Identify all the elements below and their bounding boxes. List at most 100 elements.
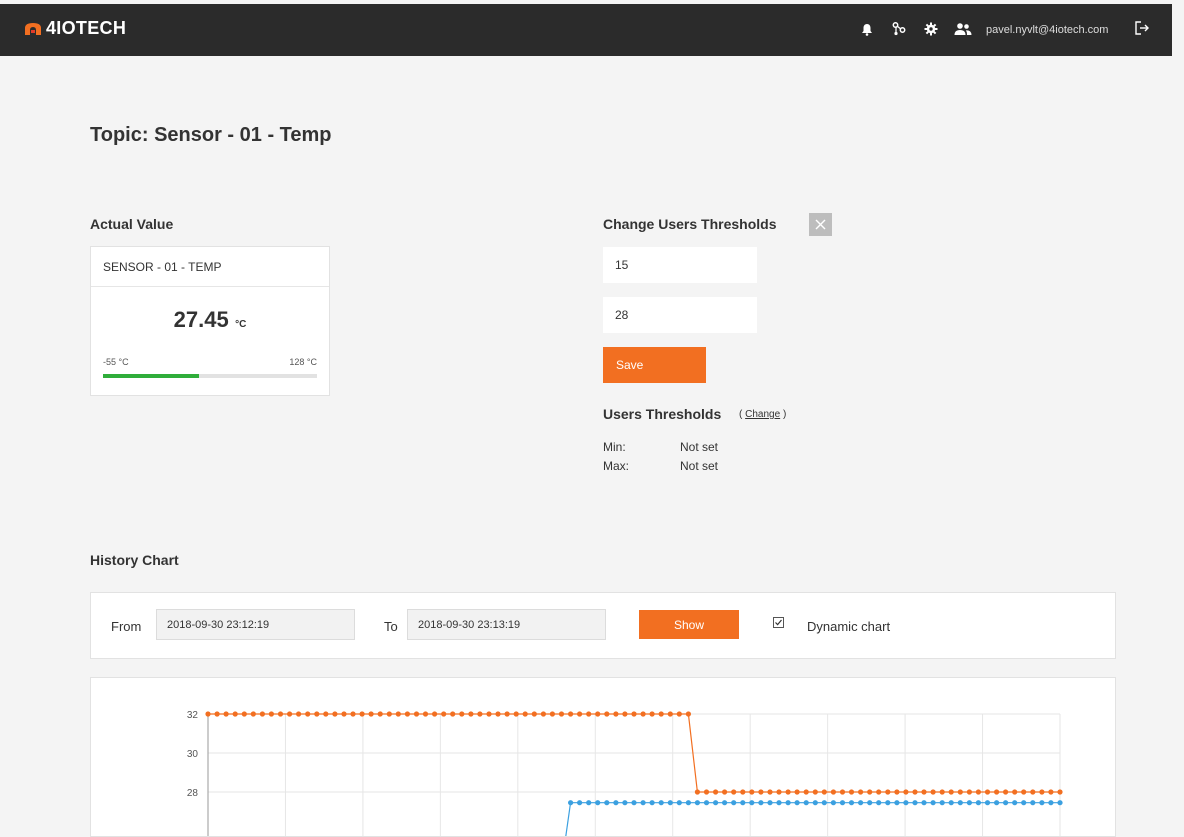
series-point-0	[658, 711, 664, 717]
series-point-0	[1048, 789, 1054, 795]
series-point-0	[513, 711, 519, 717]
page-title: Topic: Sensor - 01 - Temp	[90, 124, 332, 146]
series-point-1	[767, 800, 773, 806]
series-point-0	[595, 711, 601, 717]
series-point-1	[758, 800, 764, 806]
series-point-0	[1039, 789, 1045, 795]
series-point-0	[1057, 789, 1063, 795]
series-point-0	[359, 711, 365, 717]
date-filter-panel: From To Show Dynamic chart	[90, 592, 1116, 659]
series-point-0	[577, 711, 583, 717]
series-point-0	[966, 789, 973, 795]
change-link[interactable]: Change	[745, 409, 780, 420]
series-point-1	[685, 800, 692, 806]
bell-icon[interactable]	[858, 20, 876, 38]
series-point-1	[785, 800, 791, 806]
series-point-1	[586, 800, 592, 806]
series-point-0	[921, 789, 927, 795]
sensor-card-title: SENSOR - 01 - TEMP	[91, 247, 329, 287]
max-threshold-input[interactable]	[603, 297, 757, 333]
series-point-0	[432, 711, 438, 717]
change-thresholds-heading: Change Users Thresholds	[603, 216, 777, 232]
history-chart-panel: 32 30 28	[90, 677, 1116, 837]
series-point-0	[830, 789, 837, 795]
min-value: Not set	[680, 440, 719, 454]
share-icon[interactable]	[890, 20, 908, 38]
series-point-1	[876, 800, 882, 806]
close-icon	[815, 219, 826, 230]
to-date-input[interactable]	[407, 609, 606, 640]
sensor-value: 27.45	[173, 307, 229, 332]
series-point-0	[885, 789, 891, 795]
series-point-0	[323, 711, 329, 717]
series-point-0	[676, 711, 682, 717]
series-point-0	[568, 711, 574, 717]
series-point-0	[994, 789, 1000, 795]
checkmark-icon	[775, 619, 782, 626]
change-link-close-paren: )	[782, 409, 787, 420]
dynamic-chart-checkbox[interactable]	[773, 617, 784, 628]
series-point-0	[703, 789, 710, 795]
series-point-0	[241, 711, 247, 717]
user-email-link[interactable]: pavel.nyvlt@4iotech.com	[986, 24, 1108, 36]
from-date-input[interactable]	[156, 609, 355, 640]
series-point-1	[830, 800, 837, 806]
value-progress-bar	[103, 374, 317, 378]
series-point-1	[848, 800, 855, 806]
series-point-1	[867, 800, 873, 806]
series-point-0	[441, 711, 447, 717]
change-link-open-paren: (	[739, 409, 743, 420]
series-point-0	[821, 789, 827, 795]
gear-icon[interactable]	[922, 20, 940, 38]
series-point-0	[558, 711, 565, 717]
series-point-1	[975, 800, 982, 806]
logout-icon[interactable]	[1134, 20, 1152, 38]
series-point-0	[1012, 789, 1018, 795]
series-point-0	[740, 789, 746, 795]
sensor-value-card: SENSOR - 01 - TEMP 27.45 °C -55 °C 128 °…	[90, 246, 330, 396]
series-point-1	[930, 800, 936, 806]
y-tick-label: 28	[187, 788, 199, 799]
series-point-0	[685, 711, 692, 717]
change-link-wrapper: ( Change )	[739, 409, 786, 420]
series-point-0	[549, 711, 555, 717]
min-label: Min:	[603, 440, 626, 454]
series-point-1	[740, 800, 746, 806]
series-point-0	[259, 711, 265, 717]
series-point-0	[377, 711, 383, 717]
series-point-1	[803, 800, 809, 806]
show-button[interactable]: Show	[639, 610, 739, 639]
series-point-0	[486, 711, 492, 717]
y-tick-label: 30	[187, 749, 199, 760]
save-button[interactable]: Save	[603, 347, 706, 383]
series-point-0	[277, 711, 284, 717]
series-point-0	[622, 711, 628, 717]
users-thresholds-heading: Users Thresholds	[603, 406, 722, 422]
series-point-0	[586, 711, 592, 717]
series-point-1	[1003, 800, 1009, 806]
from-label: From	[111, 619, 142, 634]
close-button[interactable]	[809, 213, 832, 236]
series-point-0	[223, 711, 229, 717]
series-point-0	[386, 711, 392, 717]
series-point-0	[731, 789, 737, 795]
series-point-0	[839, 789, 846, 795]
series-point-0	[631, 711, 637, 717]
series-point-1	[713, 800, 719, 806]
series-point-0	[939, 789, 945, 795]
logo[interactable]: 4IOTECH	[24, 18, 126, 39]
min-threshold-input[interactable]	[603, 247, 757, 283]
series-point-1	[604, 800, 610, 806]
series-point-0	[894, 789, 900, 795]
series-point-1	[749, 800, 755, 806]
series-point-1	[613, 800, 619, 806]
series-point-1	[649, 800, 655, 806]
series-point-0	[867, 789, 873, 795]
series-point-0	[296, 711, 302, 717]
series-point-0	[1030, 789, 1036, 795]
series-point-0	[305, 711, 311, 717]
series-line-1-rise	[565, 802, 572, 836]
series-point-1	[776, 800, 782, 806]
series-point-0	[713, 789, 719, 795]
users-icon[interactable]	[954, 20, 972, 38]
